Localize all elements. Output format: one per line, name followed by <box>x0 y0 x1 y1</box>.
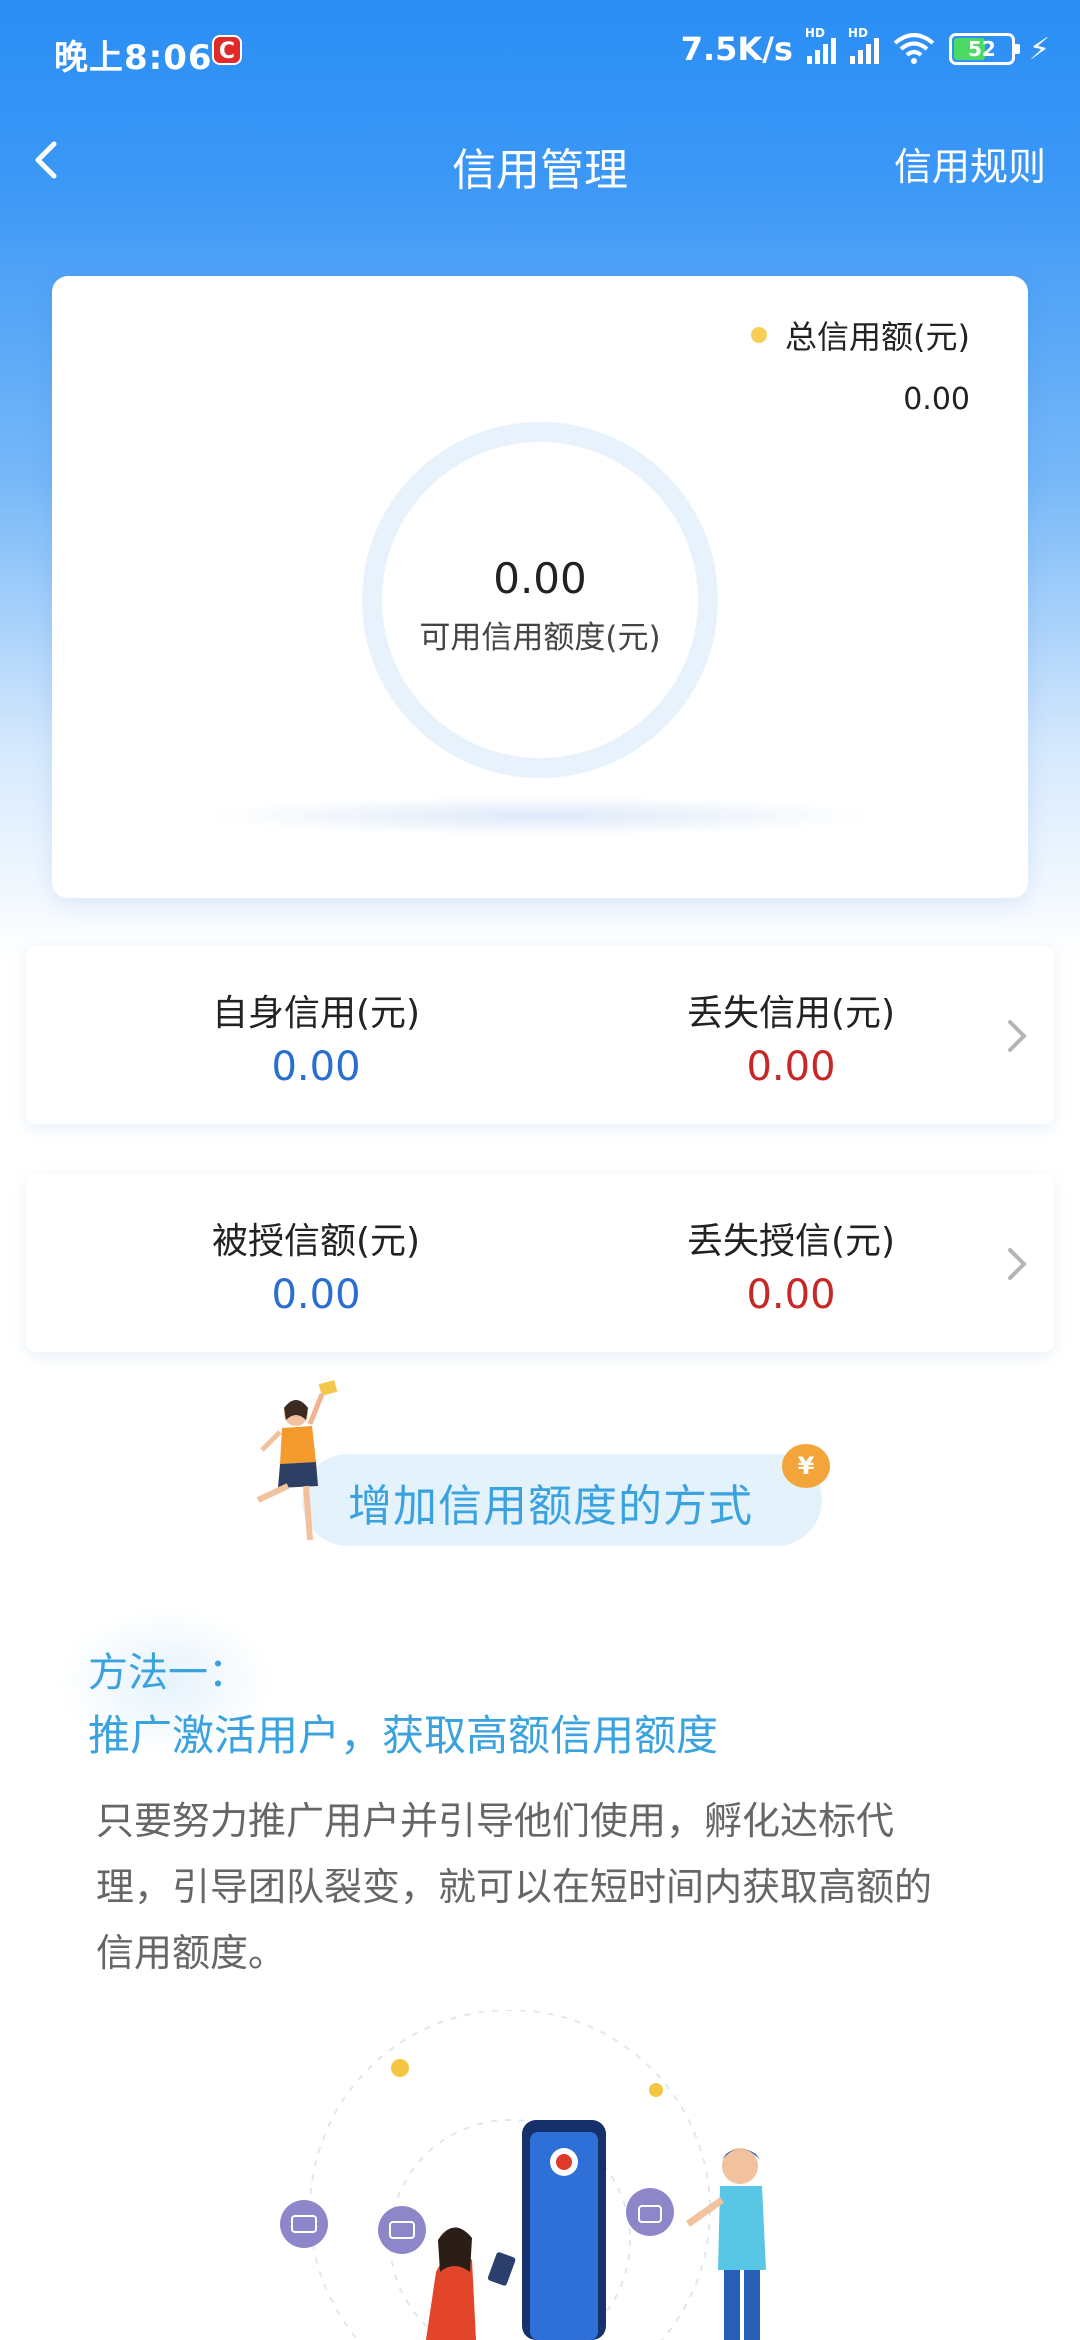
own-credit-cell: 自身信用(元) 0.00 <box>106 984 526 1090</box>
method-description: 只要努力推广用户并引导他们使用，孵化达标代理，引导团队裂变，就可以在短时间内获取… <box>96 1799 933 1975</box>
signal-hd-1-icon: HD <box>805 26 836 64</box>
total-credit-legend: 总信用额(元) <box>751 312 970 358</box>
method-subtitle: 推广激活用户，获取高额信用额度 <box>88 1711 719 1760</box>
status-time: 晚上8:06 <box>54 38 213 78</box>
wifi-icon <box>893 33 935 64</box>
lost-grant-cell: 丢失授信(元) 0.00 <box>581 1212 1001 1318</box>
battery-icon: 52 <box>948 33 1020 65</box>
granted-credit-value: 0.00 <box>271 1272 361 1318</box>
lost-credit-cell: 丢失信用(元) 0.00 <box>581 984 1001 1090</box>
own-credit-value: 0.00 <box>271 1044 361 1090</box>
lost-grant-label: 丢失授信(元) <box>686 1221 896 1262</box>
available-credit-value: 0.00 <box>493 554 587 603</box>
battery-level: 52 <box>968 37 996 61</box>
running-girl-illustration <box>256 1380 338 1541</box>
granted-credit-cell: 被授信额(元) 0.00 <box>106 1212 526 1318</box>
lost-grant-value: 0.00 <box>746 1272 836 1318</box>
granted-credit-label: 被授信额(元) <box>211 1221 421 1262</box>
method-title: 方法一： <box>88 1650 248 1696</box>
network-speed: 7.5K/s <box>680 30 793 68</box>
legend-dot <box>751 327 768 343</box>
legend-label: 总信用额(元) <box>785 318 970 356</box>
coin-icon: ¥ <box>782 1444 830 1488</box>
chevron-right-icon[interactable] <box>1002 1244 1032 1284</box>
lost-credit-value: 0.00 <box>746 1044 836 1090</box>
charging-icon: ⚡ <box>1028 31 1050 67</box>
own-credit-row[interactable]: 自身信用(元) 0.00 丢失信用(元) 0.00 <box>26 946 1054 1124</box>
promotion-illustration <box>280 2010 766 2340</box>
available-credit-label: 可用信用额度(元) <box>419 620 661 656</box>
chevron-right-icon[interactable] <box>1002 1016 1032 1056</box>
total-credit-value: 0.00 <box>903 382 970 417</box>
credit-overview-card: 总信用额(元) 0.00 0.00 可用信用额度(元) <box>52 276 1028 898</box>
lost-credit-label: 丢失信用(元) <box>686 993 896 1034</box>
ways-banner-title: 增加信用额度的方式 <box>348 1481 753 1532</box>
own-credit-label: 自身信用(元) <box>211 993 421 1034</box>
signal-hd-2-icon: HD <box>848 26 879 64</box>
status-indicators: 7.5K/s HD HD 52 ⚡ <box>680 26 1050 68</box>
granted-credit-row[interactable]: 被授信额(元) 0.00 丢失授信(元) 0.00 <box>26 1174 1054 1352</box>
ring-shadow <box>202 796 878 836</box>
app-notification-icon: C <box>212 35 242 65</box>
credit-rules-link[interactable]: 信用规则 <box>894 136 1046 191</box>
status-bar: 晚上8:06 C 7.5K/s HD HD 52 ⚡ <box>0 0 1080 100</box>
